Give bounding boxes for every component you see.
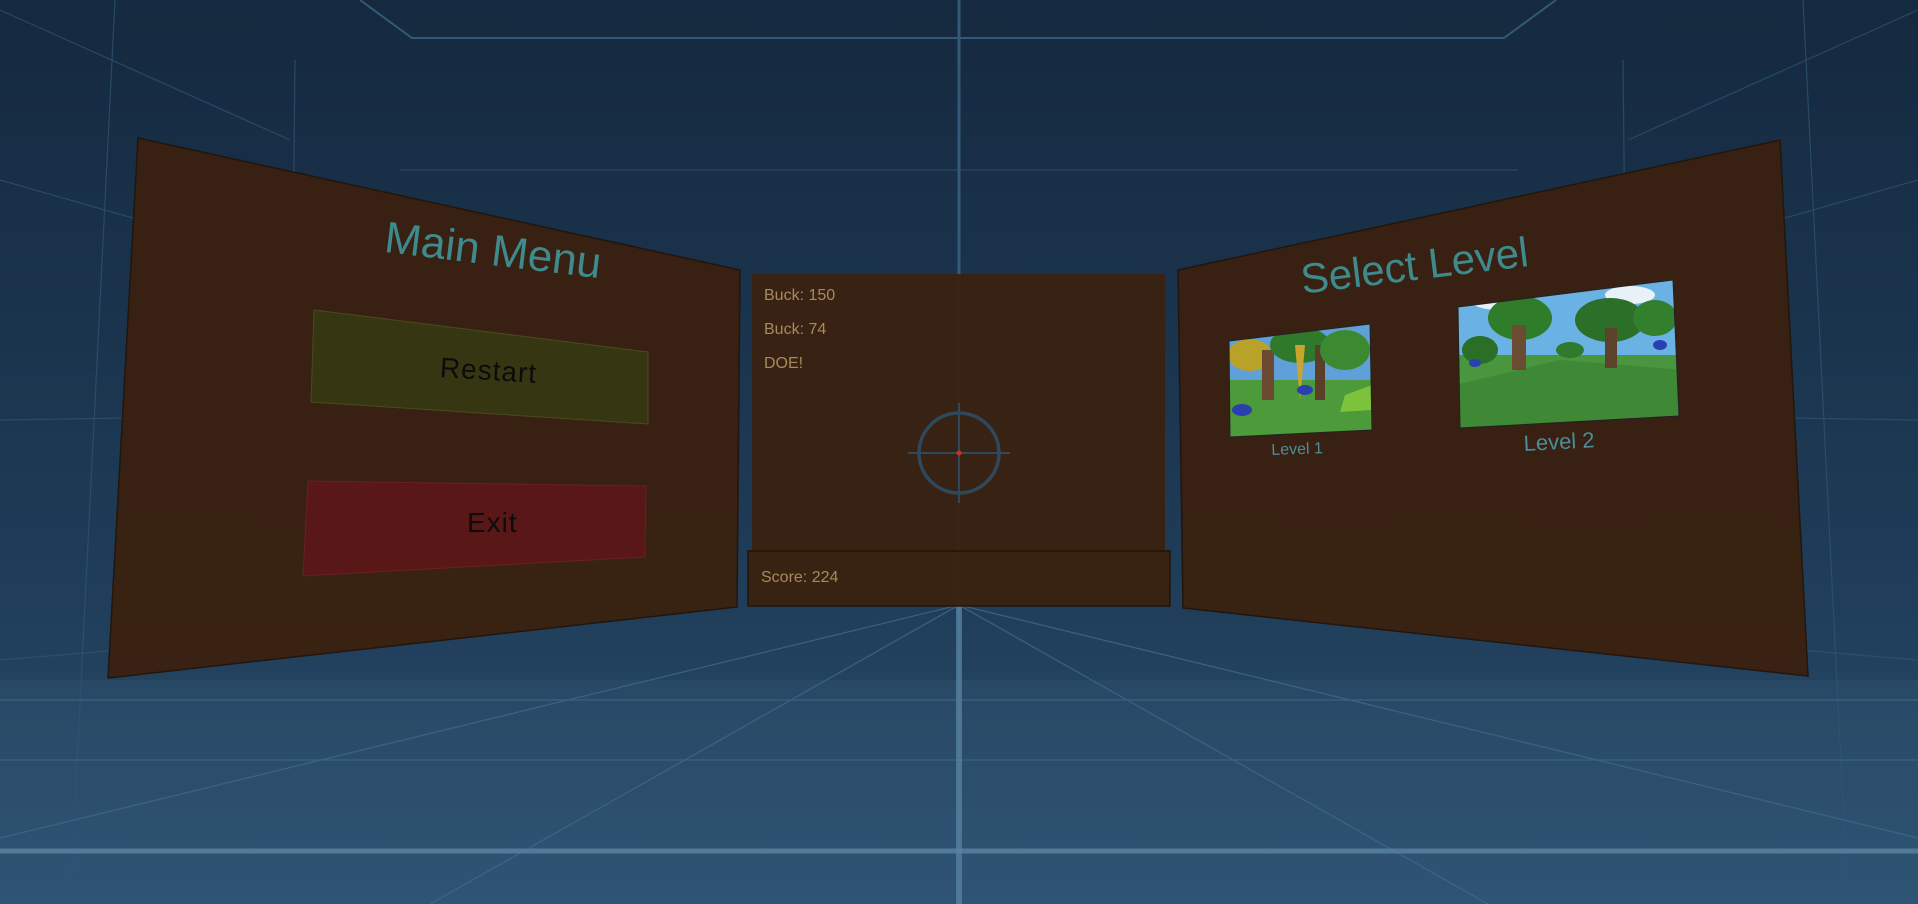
- level-2-label[interactable]: Level 2: [1523, 427, 1595, 457]
- level-select-panel: [1177, 139, 1809, 677]
- level-1-label[interactable]: Level 1: [1271, 440, 1323, 460]
- vr-scene: Main Menu Restart Exit Buck: 150 Buck: 7…: [0, 0, 1918, 904]
